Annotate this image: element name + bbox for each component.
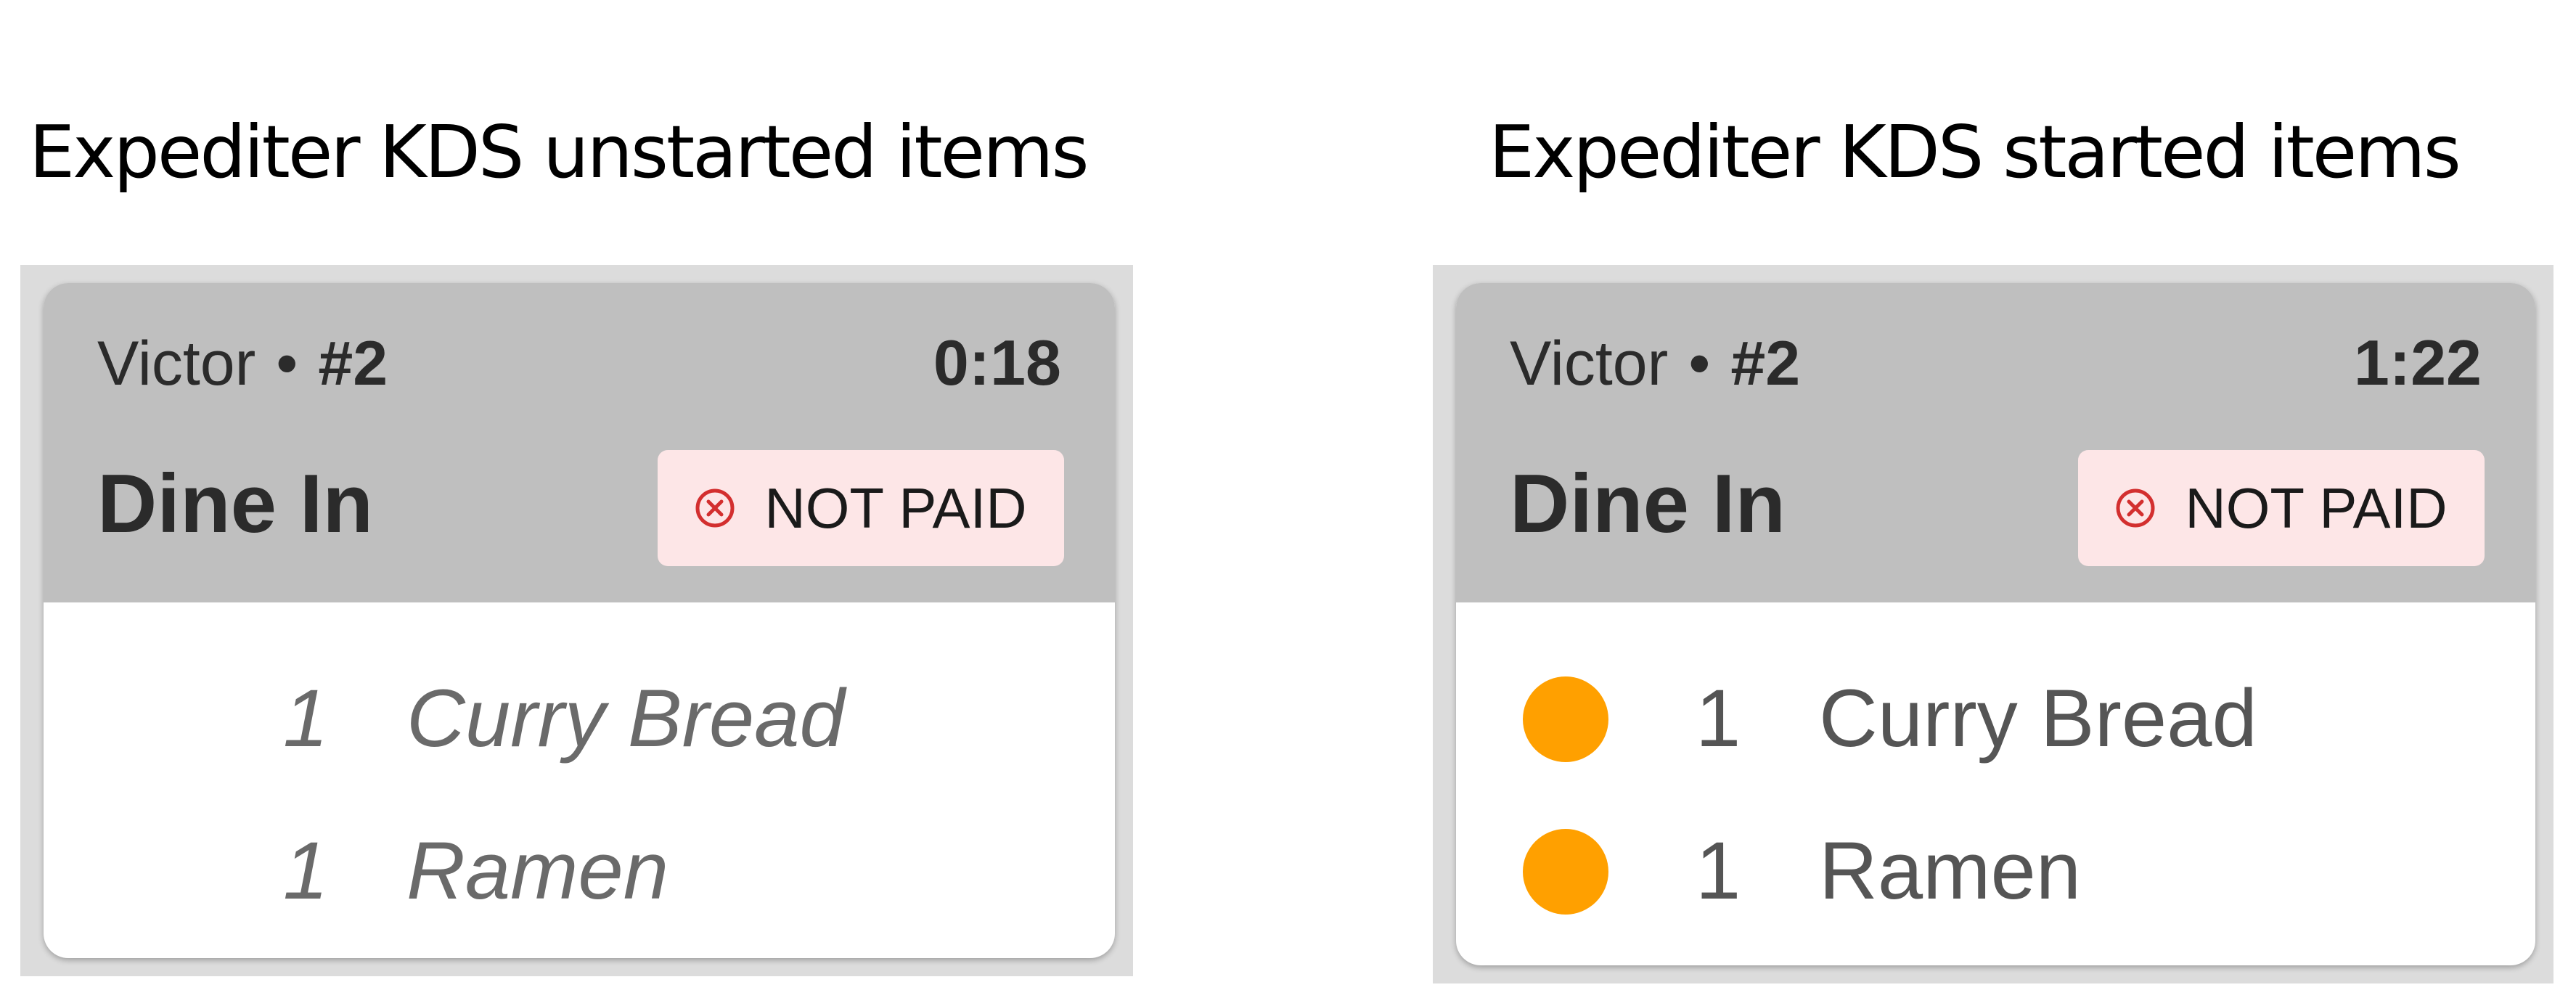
ticket-timer: 0:18 (933, 327, 1061, 398)
order-ticket-card[interactable]: Victor • #2 0:18 Dine In NOT PAID 1 Curry … (44, 283, 1115, 958)
list-item[interactable]: 1 Ramen (1456, 806, 2535, 936)
separator-dot: • (276, 329, 298, 398)
ticket-header: Victor • #2 0:18 Dine In NOT PAID (44, 283, 1115, 602)
payment-status-badge: NOT PAID (658, 450, 1064, 566)
circle-x-icon (2116, 488, 2155, 528)
payment-status-label: NOT PAID (2185, 475, 2448, 540)
order-ticket-card[interactable]: Victor • #2 1:22 Dine In NOT PAID 1 Curry … (1456, 283, 2535, 965)
list-item[interactable]: 1 Curry Bread (44, 653, 1115, 784)
item-name: Ramen (406, 825, 669, 916)
order-type: Dine In (1510, 458, 1786, 550)
item-name: Curry Bread (406, 673, 845, 764)
item-quantity: 1 (283, 825, 329, 916)
list-item[interactable]: 1 Curry Bread (1456, 653, 2535, 784)
orange-dot-icon (1523, 829, 1608, 915)
ticket-timer: 1:22 (2353, 327, 2482, 398)
item-quantity: 1 (1696, 673, 1741, 764)
item-name: Ramen (1819, 825, 2082, 916)
item-name: Curry Bread (1819, 673, 2257, 764)
payment-status-badge: NOT PAID (2078, 450, 2485, 566)
circle-x-icon (695, 488, 735, 528)
item-quantity: 1 (1696, 825, 1741, 916)
server-ticket-line: Victor • #2 (97, 332, 388, 395)
separator-dot: • (1688, 329, 1711, 398)
panel-title: Expediter KDS unstarted items (29, 110, 1089, 195)
orange-dot-icon (1523, 676, 1608, 762)
server-name: Victor (1510, 329, 1669, 398)
item-quantity: 1 (283, 673, 329, 764)
list-item[interactable]: 1 Ramen (44, 806, 1115, 936)
ticket-number: #2 (318, 329, 388, 398)
panel-title: Expediter KDS started items (1489, 110, 2461, 195)
payment-status-label: NOT PAID (764, 475, 1027, 540)
server-name: Victor (97, 329, 256, 398)
order-type: Dine In (97, 458, 374, 550)
ticket-frame: Victor • #2 1:22 Dine In NOT PAID 1 Curry … (1433, 265, 2553, 983)
ticket-frame: Victor • #2 0:18 Dine In NOT PAID 1 Curry … (20, 265, 1133, 976)
server-ticket-line: Victor • #2 (1510, 332, 1800, 395)
ticket-number: #2 (1730, 329, 1801, 398)
ticket-header: Victor • #2 1:22 Dine In NOT PAID (1456, 283, 2535, 602)
